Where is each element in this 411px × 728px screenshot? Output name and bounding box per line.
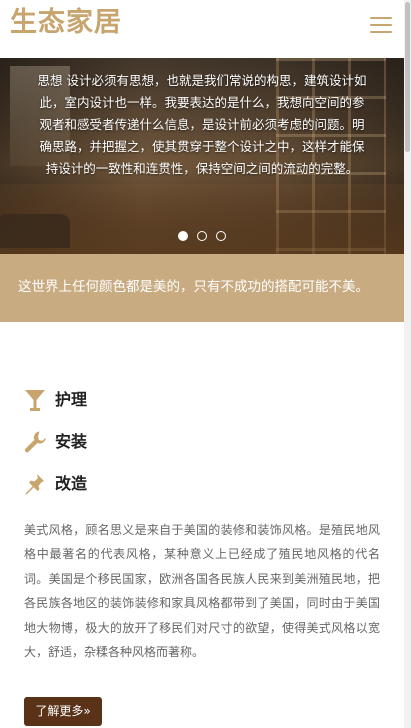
feature-item-care[interactable]: 护理	[24, 387, 224, 415]
pushpin-icon	[25, 474, 44, 495]
scrollbar-thumb[interactable]	[405, 2, 410, 152]
learn-more-button[interactable]: 了解更多»	[24, 697, 102, 726]
carousel-dot-2[interactable]	[197, 231, 207, 241]
hero-carousel[interactable]: 思想 设计必须有思想，也就是我们常说的构思，建筑设计如此，室内设计也一样。我要表…	[0, 58, 404, 254]
wrench-icon	[24, 431, 46, 453]
cocktail-glass-icon	[25, 390, 45, 411]
carousel-dot-1[interactable]	[177, 231, 188, 241]
feature-label: 改造	[55, 474, 88, 493]
feature-item-renovate[interactable]: 改造	[24, 471, 224, 499]
description-text: 美式风格，顾名思义是来自于美国的装修和装饰风格。是殖民地风格中最著名的代表风格，…	[24, 523, 380, 660]
carousel-indicators	[0, 226, 404, 245]
quote-text: 这世界上任何颜色都是美的，只有不成功的搭配可能不美。	[18, 279, 369, 295]
quote-band: 这世界上任何颜色都是美的，只有不成功的搭配可能不美。	[0, 254, 404, 322]
site-logo[interactable]: 生态家居	[10, 5, 122, 41]
feature-label: 护理	[55, 390, 88, 409]
feature-item-install[interactable]: 安装	[24, 429, 224, 457]
header: 生态家居	[0, 0, 404, 58]
feature-label: 安装	[55, 432, 88, 451]
carousel-dot-3[interactable]	[216, 231, 227, 241]
hero-caption: 思想 设计必须有思想，也就是我们常说的构思，建筑设计如此，室内设计也一样。我要表…	[37, 73, 367, 176]
hamburger-menu-icon[interactable]	[370, 17, 392, 33]
page: 生态家居 思想 设计必须有思想，也就是我们常说的构思，建筑设计如此，室内设计也一…	[0, 0, 404, 728]
scrollbar[interactable]	[404, 0, 411, 728]
